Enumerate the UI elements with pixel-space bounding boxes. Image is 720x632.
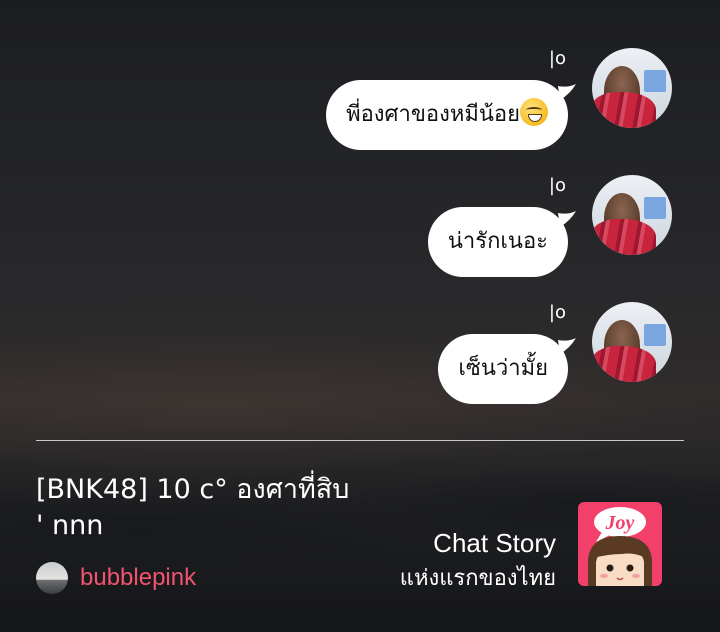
sender-name: |o [548,48,566,69]
avatar-background [644,197,666,219]
divider [36,440,684,441]
joy-logo-icon: Joy [578,502,662,586]
bubble-tail-icon [558,338,576,354]
avatar-shirt [592,92,656,128]
message-bubble[interactable]: น่ารักเนอะ [427,207,576,277]
avatar-background [644,324,666,346]
sender-name: |o [548,302,566,323]
chat-message: |o น่ารักเนอะ [272,175,672,277]
avatar-shirt [592,219,656,255]
brand-slogan: แห่งแรกของไทย [399,566,556,591]
grinning-face-emoji-icon [520,98,548,126]
author[interactable]: bubblepink [36,562,196,594]
message-bubble[interactable]: เซ็นว่ามั้ย [438,334,576,404]
message-text: พี่องศาของหมีน้อย [346,102,520,127]
avatar-shirt [592,346,656,382]
message-bubble[interactable]: พี่องศาของหมีน้อย [326,80,576,150]
bubble-tail-icon [558,211,576,227]
author-name[interactable]: bubblepink [80,564,196,592]
avatar[interactable] [592,175,672,255]
joylada-app-icon[interactable]: Joy [578,502,662,586]
sender-name: |o [548,175,566,196]
chat-message: |o พี่องศาของหมีน้อย [272,48,672,150]
brand-tagline: Chat Story แห่งแรกของไทย [400,526,556,598]
message-text: น่ารักเนอะ [447,229,548,254]
story-title[interactable]: [BNK48] 10 c° องศาที่สิบ ' nnn [36,472,356,544]
avatar[interactable] [592,302,672,382]
bubble-tail-icon [558,84,576,100]
brand-name: Chat Story [433,528,556,558]
avatar-background [644,70,666,92]
logo-text: Joy [605,512,635,534]
message-text: เซ็นว่ามั้ย [458,356,548,381]
chat-message: |o เซ็นว่ามั้ย [272,302,672,404]
avatar[interactable] [592,48,672,128]
author-avatar [36,562,68,594]
